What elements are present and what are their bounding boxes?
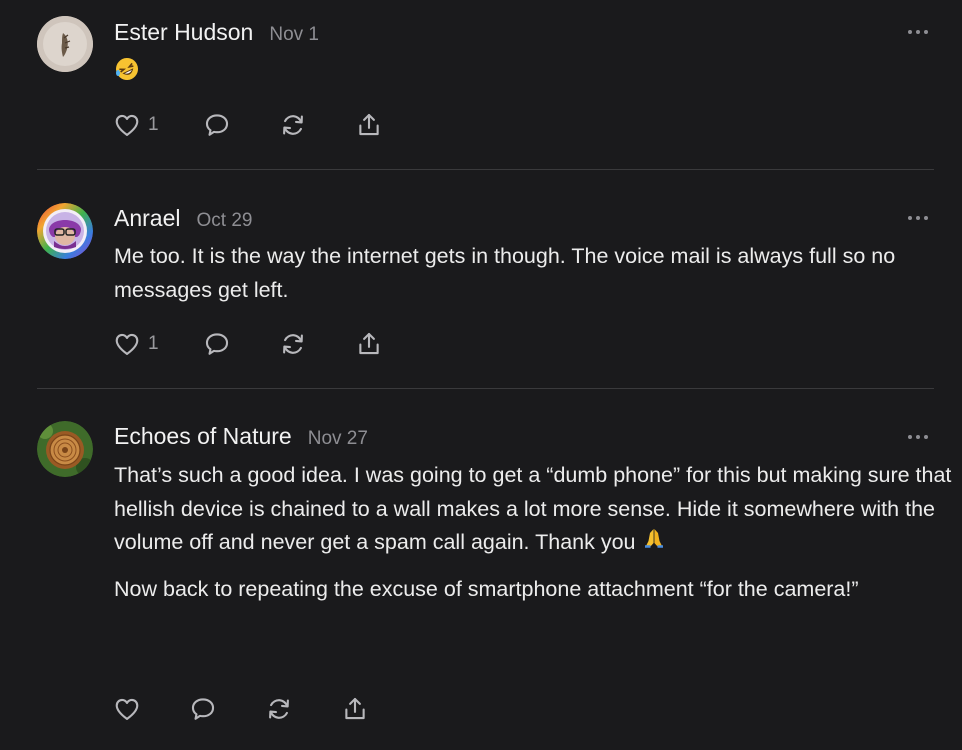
share-upload-icon <box>359 113 379 136</box>
rofl-emoji <box>114 56 140 93</box>
more-dots-icon[interactable] <box>908 434 928 440</box>
share-button[interactable] <box>355 329 383 359</box>
comment-header: Ester Hudson Nov 1 <box>114 19 319 46</box>
restack-button[interactable] <box>279 110 307 140</box>
like-count: 1 <box>148 114 159 135</box>
author-name[interactable]: Echoes of Nature <box>114 423 292 450</box>
reply-button[interactable] <box>203 329 231 359</box>
like-count: 1 <box>148 333 159 354</box>
reply-button[interactable] <box>189 694 217 724</box>
share-button[interactable] <box>341 694 369 724</box>
comment-header: Echoes of Nature Nov 27 <box>114 423 368 450</box>
comment-text: That’s such a good idea. I was going to … <box>114 463 952 554</box>
restack-arrows-icon <box>283 334 303 354</box>
comment: Echoes of Nature Nov 27 That’s such a go… <box>0 389 962 750</box>
like-button[interactable]: 1 <box>113 329 159 359</box>
comment-paragraph: Me too. It is the way the internet gets … <box>114 244 896 302</box>
comment-body: That’s such a good idea. I was going to … <box>114 459 954 606</box>
avatar[interactable] <box>37 421 93 477</box>
avatar[interactable] <box>37 203 93 259</box>
like-button[interactable] <box>113 694 141 724</box>
heart-icon <box>115 698 139 720</box>
restack-arrows-icon <box>269 699 289 719</box>
speech-bubble-icon <box>205 114 229 136</box>
avatar-image <box>37 421 93 477</box>
avatar-image <box>37 16 93 72</box>
heart-icon <box>115 333 139 355</box>
restack-button[interactable] <box>265 694 293 724</box>
share-upload-icon <box>359 332 379 355</box>
author-name[interactable]: Anrael <box>114 205 180 232</box>
avatar-image <box>37 203 93 259</box>
speech-bubble-icon <box>205 333 229 355</box>
avatar[interactable] <box>37 16 93 72</box>
reply-button[interactable] <box>203 110 231 140</box>
comment: Anrael Oct 29 Me too. It is the way the … <box>0 170 962 388</box>
comment-date[interactable]: Oct 29 <box>196 210 252 232</box>
share-button[interactable] <box>355 110 383 140</box>
heart-icon <box>115 114 139 136</box>
comment-body: Me too. It is the way the internet gets … <box>114 240 944 307</box>
restack-button[interactable] <box>279 329 307 359</box>
comment: Ester Hudson Nov 1 1 <box>0 0 962 170</box>
comment-paragraph: Now back to repeating the excuse of smar… <box>114 576 859 601</box>
comment-date[interactable]: Nov 27 <box>308 428 368 450</box>
share-upload-icon <box>345 697 365 720</box>
comment-header: Anrael Oct 29 <box>114 205 252 232</box>
more-dots-icon[interactable] <box>908 215 928 221</box>
comment-body <box>114 56 944 93</box>
like-button[interactable]: 1 <box>113 110 159 140</box>
comment-feed: Ester Hudson Nov 1 1 Anrael Oct 29 Me to… <box>0 0 962 750</box>
comment-paragraph: That’s such a good idea. I was going to … <box>114 459 954 561</box>
speech-bubble-icon <box>191 698 215 720</box>
praying-hands-emoji <box>642 526 666 561</box>
author-name[interactable]: Ester Hudson <box>114 19 253 46</box>
restack-arrows-icon <box>283 115 303 135</box>
comment-date[interactable]: Nov 1 <box>269 24 319 46</box>
more-dots-icon[interactable] <box>908 29 928 35</box>
